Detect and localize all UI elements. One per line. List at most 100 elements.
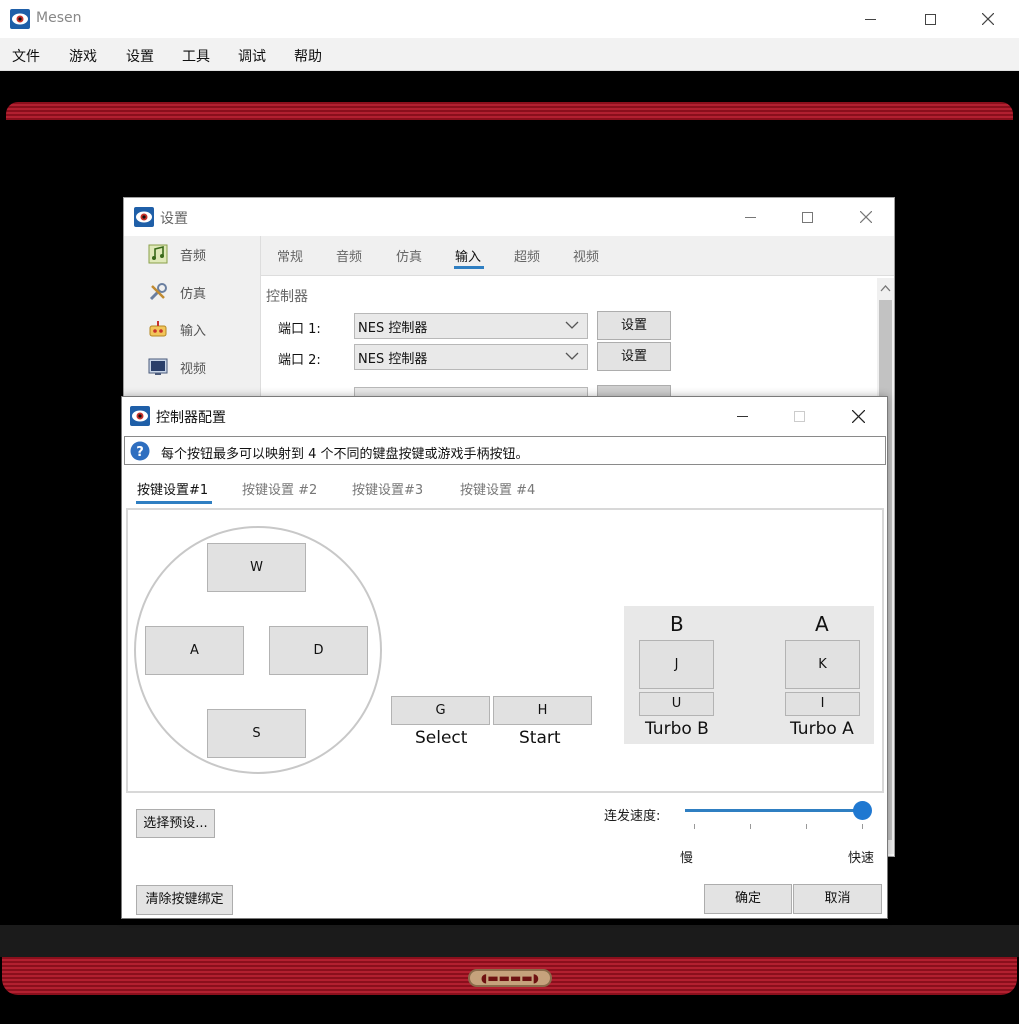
b-key-button[interactable]: J bbox=[639, 640, 714, 689]
mesen-logo-icon bbox=[130, 406, 150, 426]
settings-window-title: 设置 bbox=[160, 211, 188, 227]
tab-key-set-3[interactable]: 按键设置#3 bbox=[352, 479, 423, 498]
main-menubar: 文件 游戏 设置 工具 调试 帮助 bbox=[0, 38, 1019, 71]
ab-buttons-box: B A J K U I Turbo B Turbo A bbox=[624, 606, 874, 744]
help-icon: ? bbox=[130, 441, 150, 461]
sidebar-item-input[interactable]: 输入 bbox=[148, 317, 248, 341]
controller-titlebar: 控制器配置 bbox=[122, 397, 887, 435]
a-key-button[interactable]: K bbox=[785, 640, 860, 689]
sidebar-item-audio[interactable]: 音频 bbox=[148, 242, 248, 266]
tab-general[interactable]: 常规 bbox=[277, 246, 303, 265]
ok-button[interactable]: 确定 bbox=[704, 884, 792, 914]
tab-overclock[interactable]: 超频 bbox=[514, 246, 540, 265]
tab-key-set-2[interactable]: 按键设置 #2 bbox=[242, 479, 317, 498]
tab-input[interactable]: 输入 bbox=[455, 246, 481, 265]
slider-tick bbox=[806, 824, 807, 829]
tab-video[interactable]: 视频 bbox=[573, 246, 599, 265]
tab-key-set-4[interactable]: 按键设置 #4 bbox=[460, 479, 535, 498]
turbo-speed-slider-thumb[interactable] bbox=[853, 801, 872, 820]
minimize-icon bbox=[864, 18, 876, 20]
port2-setup-button[interactable]: 设置 bbox=[597, 342, 671, 371]
close-icon bbox=[860, 211, 872, 223]
slider-tick bbox=[694, 824, 695, 829]
tab-audio[interactable]: 音频 bbox=[336, 246, 362, 265]
chevron-down-icon bbox=[565, 352, 579, 360]
sidebar-item-label: 仿真 bbox=[180, 286, 207, 302]
active-tab-indicator bbox=[454, 266, 484, 269]
port2-value: NES 控制器 bbox=[358, 352, 428, 367]
start-key-button[interactable]: H bbox=[493, 696, 592, 725]
active-tab-indicator bbox=[136, 501, 212, 504]
port1-setup-button[interactable]: 设置 bbox=[597, 311, 671, 340]
main-minimize-button[interactable] bbox=[848, 0, 892, 38]
minimize-icon bbox=[736, 415, 748, 417]
sidebar-item-label: 视频 bbox=[180, 361, 207, 377]
clear-bindings-button[interactable]: 清除按键绑定 bbox=[136, 885, 233, 915]
sidebar-item-video[interactable]: 视频 bbox=[148, 355, 248, 379]
close-icon bbox=[851, 409, 865, 423]
music-note-icon bbox=[148, 244, 168, 264]
main-maximize-button[interactable] bbox=[908, 0, 952, 38]
slider-tick bbox=[862, 824, 863, 829]
port1-value: NES 控制器 bbox=[358, 321, 428, 336]
settings-titlebar: 设置 bbox=[124, 198, 894, 236]
maximize-icon bbox=[793, 410, 805, 422]
turbo-b-key-button[interactable]: U bbox=[639, 692, 714, 716]
select-label: Select bbox=[415, 728, 468, 748]
slow-label: 慢 bbox=[680, 851, 694, 866]
main-window-title: Mesen bbox=[36, 10, 82, 26]
port2-select[interactable]: NES 控制器 bbox=[354, 344, 588, 370]
monitor-icon bbox=[148, 358, 168, 375]
info-text: 每个按钮最多可以映射到 4 个不同的键盘按键或游戏手柄按钮。 bbox=[161, 447, 529, 462]
port1-label: 端口 1: bbox=[278, 322, 321, 337]
cancel-button[interactable]: 取消 bbox=[793, 884, 882, 914]
settings-close-button[interactable] bbox=[844, 198, 888, 236]
settings-maximize-button[interactable] bbox=[785, 198, 829, 236]
menu-game[interactable]: 游戏 bbox=[69, 46, 97, 66]
menu-help[interactable]: 帮助 bbox=[294, 46, 322, 66]
settings-tabs: 常规 音频 仿真 输入 超频 视频 bbox=[261, 236, 894, 276]
wrench-icon bbox=[149, 283, 167, 301]
sidebar-item-label: 音频 bbox=[180, 248, 207, 264]
menu-debug[interactable]: 调试 bbox=[238, 46, 266, 66]
chevron-up-icon bbox=[880, 285, 891, 292]
turbo-b-label: Turbo B bbox=[645, 719, 709, 739]
info-bar: ? 每个按钮最多可以映射到 4 个不同的键盘按键或游戏手柄按钮。 bbox=[124, 436, 886, 465]
dpad-up-button[interactable]: W bbox=[207, 543, 306, 592]
controller-minimize-button[interactable] bbox=[720, 397, 764, 435]
minimize-icon bbox=[744, 216, 756, 218]
menu-settings[interactable]: 设置 bbox=[126, 46, 154, 66]
controller-group-title: 控制器 bbox=[266, 289, 308, 305]
settings-minimize-button[interactable] bbox=[728, 198, 772, 236]
controller-config-window: 控制器配置 ? 每个按钮最多可以映射到 4 个不同的键盘按键或游戏手柄按钮。 按… bbox=[121, 396, 888, 919]
controller-maximize-button bbox=[777, 397, 821, 435]
controller-window-title: 控制器配置 bbox=[156, 410, 226, 426]
turbo-a-label: Turbo A bbox=[790, 719, 854, 739]
frame-stripe-top bbox=[6, 102, 1013, 120]
tab-emulation[interactable]: 仿真 bbox=[396, 246, 422, 265]
b-label: B bbox=[670, 612, 684, 636]
svg-text:?: ? bbox=[136, 445, 144, 460]
controller-close-button[interactable] bbox=[836, 397, 880, 435]
dpad-down-button[interactable]: S bbox=[207, 709, 306, 758]
tab-key-set-1[interactable]: 按键设置#1 bbox=[137, 479, 208, 498]
sidebar-item-emulation[interactable]: 仿真 bbox=[148, 280, 248, 304]
controller-mapping-panel: W A D S G H Select Start B A J K U I Tur… bbox=[126, 508, 884, 793]
dpad-right-button[interactable]: D bbox=[269, 626, 368, 675]
menu-tools[interactable]: 工具 bbox=[182, 46, 210, 66]
close-icon bbox=[982, 13, 994, 25]
port1-select[interactable]: NES 控制器 bbox=[354, 313, 588, 339]
mesen-logo-icon bbox=[10, 9, 30, 29]
dpad-left-button[interactable]: A bbox=[145, 626, 244, 675]
select-key-button[interactable]: G bbox=[391, 696, 490, 725]
select-preset-button[interactable]: 选择预设... bbox=[136, 809, 215, 838]
main-titlebar: Mesen bbox=[0, 0, 1019, 38]
main-close-button[interactable] bbox=[966, 0, 1010, 38]
slider-tick bbox=[750, 824, 751, 829]
mesen-logo-icon bbox=[134, 207, 154, 227]
fast-label: 快速 bbox=[848, 851, 875, 866]
maximize-icon bbox=[924, 13, 936, 25]
turbo-a-key-button[interactable]: I bbox=[785, 692, 860, 716]
menu-file[interactable]: 文件 bbox=[12, 46, 40, 66]
turbo-speed-slider-track[interactable] bbox=[685, 809, 863, 812]
